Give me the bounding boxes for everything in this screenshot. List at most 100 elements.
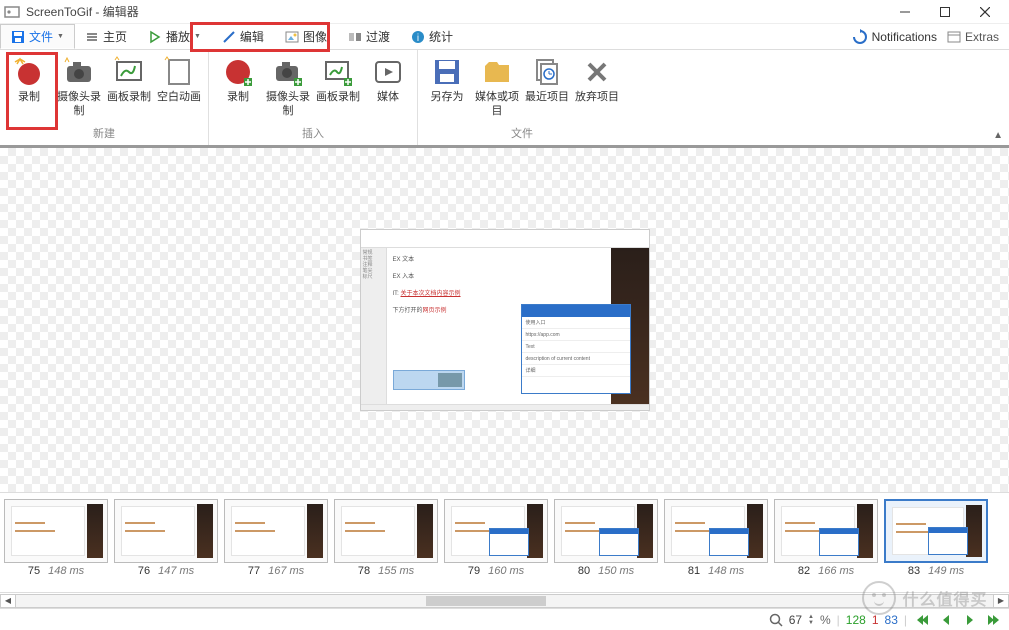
percent-label: %: [820, 613, 831, 627]
tab-label: 编辑: [240, 28, 264, 45]
frame-duration: 155 ms: [378, 565, 414, 577]
frame-thumbnail[interactable]: [224, 499, 328, 563]
ribbon-body: 录制 摄像头录制 画板录制 空白动画 新建 录制: [0, 50, 1009, 148]
saveas-button[interactable]: 另存为: [422, 52, 472, 123]
app-icon: [4, 4, 20, 20]
nav-first-button[interactable]: [913, 611, 931, 629]
frame-duration: 160 ms: [488, 565, 524, 577]
frame-thumbnail[interactable]: [334, 499, 438, 563]
close-icon: [581, 56, 613, 88]
media-project-button[interactable]: 媒体或项目: [472, 52, 522, 123]
notifications-label: Notifications: [872, 30, 937, 44]
record-icon: [222, 56, 254, 88]
frame-thumbnail[interactable]: [884, 499, 988, 563]
blank-icon: [163, 56, 195, 88]
frames-selected: 1: [872, 613, 879, 627]
save-icon: [11, 30, 25, 44]
frame-number: 81: [688, 565, 700, 577]
record-icon: [13, 56, 45, 88]
frame-strip: 75148 ms76147 ms77167 ms78155 ms79160 ms…: [0, 492, 1009, 592]
board-icon: [322, 56, 354, 88]
zoom-stepper[interactable]: ▲▼: [808, 614, 814, 626]
scroll-left-button[interactable]: ◀: [0, 594, 16, 608]
extras-button[interactable]: Extras: [947, 30, 999, 44]
tab-edit[interactable]: 编辑: [212, 24, 275, 49]
frame-item[interactable]: 81 148 ms: [664, 499, 768, 592]
btn-label: 画板录制: [316, 90, 360, 104]
frame-number: 75: [28, 565, 40, 577]
frame-thumbnail[interactable]: [774, 499, 878, 563]
frame-item[interactable]: 83149 ms: [884, 499, 988, 592]
pencil-icon: [222, 30, 236, 44]
frame-item[interactable]: 75148 ms: [4, 499, 108, 592]
insert-board-button[interactable]: 画板录制: [313, 52, 363, 123]
refresh-icon: [852, 29, 868, 45]
frame-item[interactable]: 79160 ms: [444, 499, 548, 592]
frame-item[interactable]: 76147 ms: [114, 499, 218, 592]
frame-thumbnail[interactable]: [554, 499, 658, 563]
group-label: 新建: [4, 123, 204, 145]
transition-icon: [348, 30, 362, 44]
insert-media-button[interactable]: 媒体: [363, 52, 413, 123]
tab-label: 播放: [166, 28, 190, 45]
frame-item[interactable]: 77167 ms: [224, 499, 328, 592]
nav-next-button[interactable]: [961, 611, 979, 629]
btn-label: 空白动画: [157, 90, 201, 104]
frame-item[interactable]: 80150 ms: [554, 499, 658, 592]
tab-image[interactable]: 图像: [275, 24, 338, 49]
window-icon: [947, 30, 961, 44]
tab-transition[interactable]: 过渡: [338, 24, 401, 49]
new-record-button[interactable]: 录制: [4, 52, 54, 123]
btn-label: 摄像头录制: [56, 90, 102, 118]
frame-number: 80: [578, 565, 590, 577]
new-board-button[interactable]: 画板录制: [104, 52, 154, 123]
frame-thumbnail[interactable]: [664, 499, 768, 563]
scroll-thumb[interactable]: [426, 596, 546, 606]
scroll-track[interactable]: [16, 594, 993, 608]
group-label: 插入: [213, 123, 413, 145]
frame-thumbnail[interactable]: [114, 499, 218, 563]
maximize-button[interactable]: [925, 0, 965, 24]
tab-play[interactable]: 播放 ▼: [138, 24, 212, 49]
scroll-right-button[interactable]: ▶: [993, 594, 1009, 608]
frames-current: 83: [885, 613, 898, 627]
discard-button[interactable]: 放弃项目: [572, 52, 622, 123]
minimize-button[interactable]: [885, 0, 925, 24]
frames-total: 128: [846, 613, 866, 627]
extras-label: Extras: [965, 30, 999, 44]
tab-home[interactable]: 主页: [75, 24, 138, 49]
insert-record-button[interactable]: 录制: [213, 52, 263, 123]
close-button[interactable]: [965, 0, 1005, 24]
nav-last-button[interactable]: [985, 611, 1003, 629]
frame-number: 78: [358, 565, 370, 577]
preview-area: 常规书签注释笔尖标尺 EX 文本 EX 入本 IT: 关于本次文档内容示例 下方…: [0, 148, 1009, 492]
tab-stats[interactable]: i 统计: [401, 24, 464, 49]
frame-item[interactable]: 82166 ms: [774, 499, 878, 592]
frame-duration: 148 ms: [708, 565, 744, 577]
home-icon: [85, 30, 99, 44]
frame-thumbnail[interactable]: [444, 499, 548, 563]
frame-number: 77: [248, 565, 260, 577]
frame-item[interactable]: 78 155 ms: [334, 499, 438, 592]
dropdown-icon: ▼: [57, 33, 64, 40]
ribbon-collapse-button[interactable]: ▲: [993, 130, 1003, 141]
frame-thumbnail[interactable]: [4, 499, 108, 563]
insert-webcam-button[interactable]: 摄像头录制: [263, 52, 313, 123]
btn-label: 录制: [227, 90, 249, 104]
nav-prev-button[interactable]: [937, 611, 955, 629]
statusbar: 67 ▲▼ % | 128 1 83 |: [0, 608, 1009, 630]
media-icon: [372, 56, 404, 88]
notifications-button[interactable]: Notifications: [852, 29, 937, 45]
tab-label: 统计: [429, 28, 453, 45]
play-icon: [148, 30, 162, 44]
image-icon: [285, 30, 299, 44]
new-blank-button[interactable]: 空白动画: [154, 52, 204, 123]
window-title: ScreenToGif - 编辑器: [26, 3, 139, 20]
zoom-value: 67: [789, 613, 802, 627]
info-icon: i: [411, 30, 425, 44]
recent-button[interactable]: 最近项目: [522, 52, 572, 123]
tab-file[interactable]: 文件 ▼: [0, 24, 75, 49]
zoom-icon: [769, 613, 783, 627]
btn-label: 摄像头录制: [265, 90, 311, 118]
new-webcam-button[interactable]: 摄像头录制: [54, 52, 104, 123]
